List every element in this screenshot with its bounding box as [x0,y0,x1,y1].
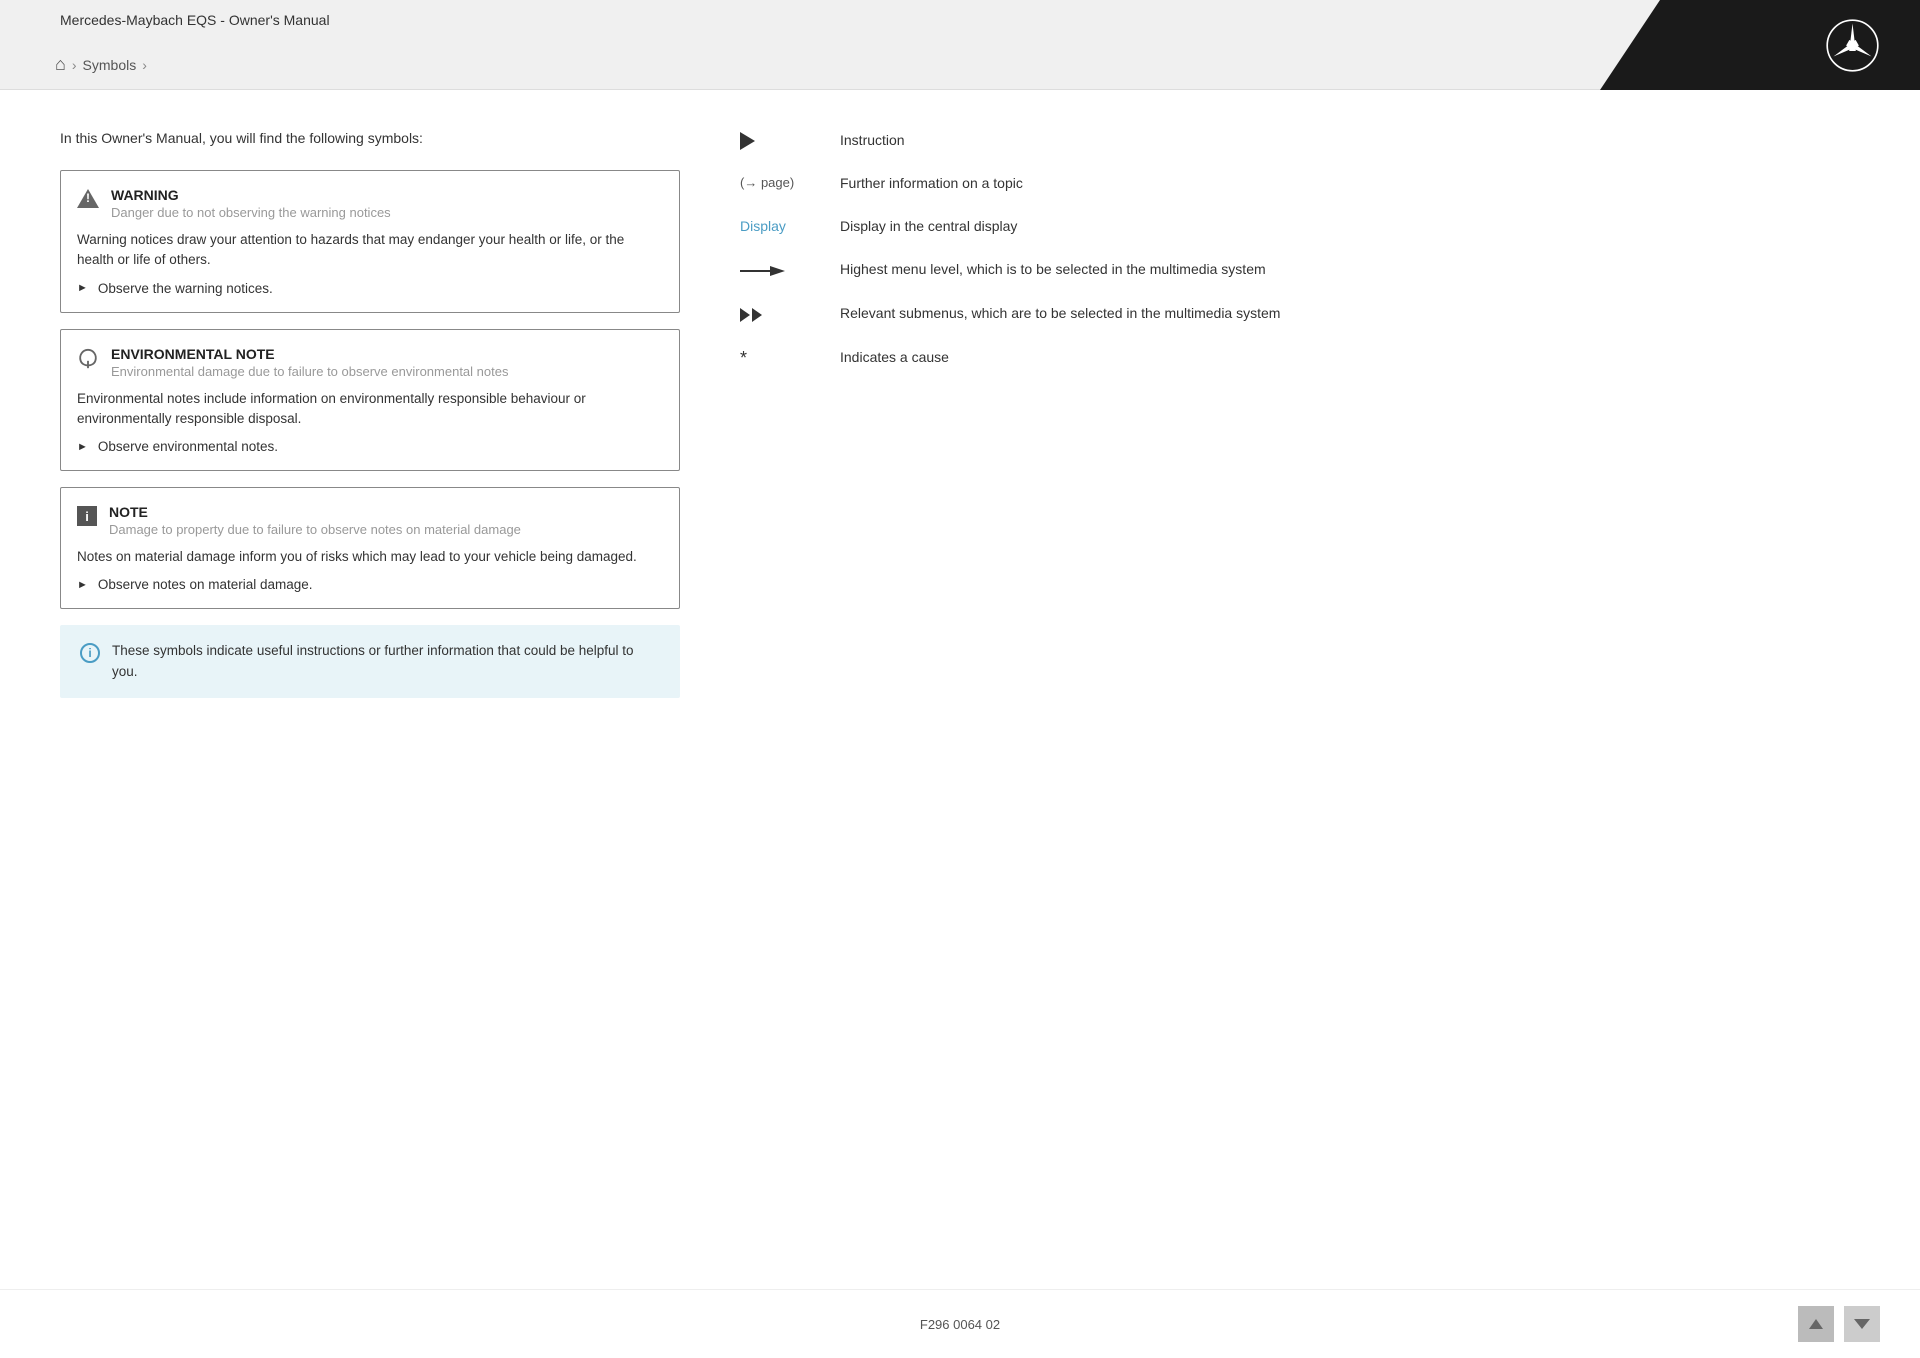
note-title: NOTE [109,504,521,520]
manual-title: Mercedes-Maybach EQS - Owner's Manual [60,12,330,28]
info-box: i These symbols indicate useful instruct… [60,625,680,698]
arrow-text-icon: (→ page) [740,175,794,190]
symbol-row-instruction: Instruction [740,130,1860,151]
home-icon[interactable]: ⌂ [55,54,66,75]
page-header: Mercedes-Maybach EQS - Owner's Manual ⌂ … [0,0,1920,90]
note-instruction: ► Observe notes on material damage. [77,577,659,592]
note-header: i NOTE Damage to property due to failure… [77,504,659,537]
symbol-icon-menu-arrow [740,259,820,281]
environmental-instruction-text: Observe environmental notes. [98,439,278,454]
symbol-icon-asterisk: * [740,347,820,367]
environmental-icon [77,348,99,370]
note-icon-box: i [77,506,97,526]
info-circle-icon: i [80,643,100,663]
display-text-icon: Display [740,218,786,234]
breadcrumb-symbols[interactable]: Symbols [83,57,137,73]
environmental-title-block: ENVIRONMENTAL NOTE Environmental damage … [111,346,508,379]
scroll-up-button[interactable] [1798,1306,1834,1342]
warning-icon [77,189,99,208]
environmental-box: ENVIRONMENTAL NOTE Environmental damage … [60,329,680,472]
right-column: Instruction (→ page) Further information… [740,130,1860,1249]
symbol-row-submenu: Relevant submenus, which are to be selec… [740,303,1860,325]
chevron-up-icon [1809,1319,1823,1329]
symbol-desc-instruction: Instruction [840,130,1860,151]
note-title-block: NOTE Damage to property due to failure t… [109,504,521,537]
note-arrow-icon: ► [77,579,88,591]
symbol-table: Instruction (→ page) Further information… [740,130,1860,368]
warning-box: WARNING Danger due to not observing the … [60,170,680,313]
left-column: In this Owner's Manual, you will find th… [60,130,680,1249]
mercedes-logo [1825,18,1880,73]
main-content: In this Owner's Manual, you will find th… [0,90,1920,1289]
symbol-desc-submenu: Relevant submenus, which are to be selec… [840,303,1860,324]
warning-instruction-text: Observe the warning notices. [98,281,273,296]
breadcrumb-sep1: › [72,57,77,73]
symbol-row-asterisk: * Indicates a cause [740,347,1860,368]
double-arrow-icon [740,305,776,325]
environmental-body: Environmental notes include information … [77,389,659,430]
environmental-header: ENVIRONMENTAL NOTE Environmental damage … [77,346,659,379]
symbol-desc-further: Further information on a topic [840,173,1860,194]
symbol-desc-menu: Highest menu level, which is to be selec… [840,259,1860,280]
warning-title-block: WARNING Danger due to not observing the … [111,187,391,220]
environmental-instruction: ► Observe environmental notes. [77,439,659,454]
environmental-arrow-icon: ► [77,441,88,453]
warning-arrow-icon: ► [77,282,88,294]
symbol-row-menu: Highest menu level, which is to be selec… [740,259,1860,281]
note-body: Notes on material damage inform you of r… [77,547,659,567]
page-footer: F296 0064 02 [0,1289,1920,1358]
warning-title: WARNING [111,187,391,203]
environmental-subtitle: Environmental damage due to failure to o… [111,364,508,379]
logo-area [1600,0,1920,90]
note-subtitle: Damage to property due to failure to obs… [109,522,521,537]
symbol-row-further: (→ page) Further information on a topic [740,173,1860,194]
menu-arrow-icon [740,261,790,281]
symbol-icon-display: Display [740,216,820,234]
symbol-icon-play [740,130,820,150]
asterisk-icon: * [740,349,747,367]
scroll-down-button[interactable] [1844,1306,1880,1342]
warning-subtitle: Danger due to not observing the warning … [111,205,391,220]
play-icon [740,132,755,150]
symbol-desc-asterisk: Indicates a cause [840,347,1860,368]
warning-body: Warning notices draw your attention to h… [77,230,659,271]
symbol-icon-arrow-text: (→ page) [740,173,820,190]
environmental-title: ENVIRONMENTAL NOTE [111,346,508,362]
info-text: These symbols indicate useful instructio… [112,641,660,682]
note-icon: i [77,506,97,526]
symbol-icon-double-arrow [740,303,820,325]
intro-text: In this Owner's Manual, you will find th… [60,130,680,146]
breadcrumb-sep2: › [142,57,147,73]
warning-instruction: ► Observe the warning notices. [77,281,659,296]
symbol-row-display: Display Display in the central display [740,216,1860,237]
symbol-desc-display: Display in the central display [840,216,1860,237]
warning-header: WARNING Danger due to not observing the … [77,187,659,220]
note-box: i NOTE Damage to property due to failure… [60,487,680,609]
footer-code: F296 0064 02 [653,1317,1266,1332]
chevron-down-icon [1854,1319,1870,1329]
note-instruction-text: Observe notes on material damage. [98,577,313,592]
breadcrumb: ⌂ › Symbols › [55,54,147,75]
